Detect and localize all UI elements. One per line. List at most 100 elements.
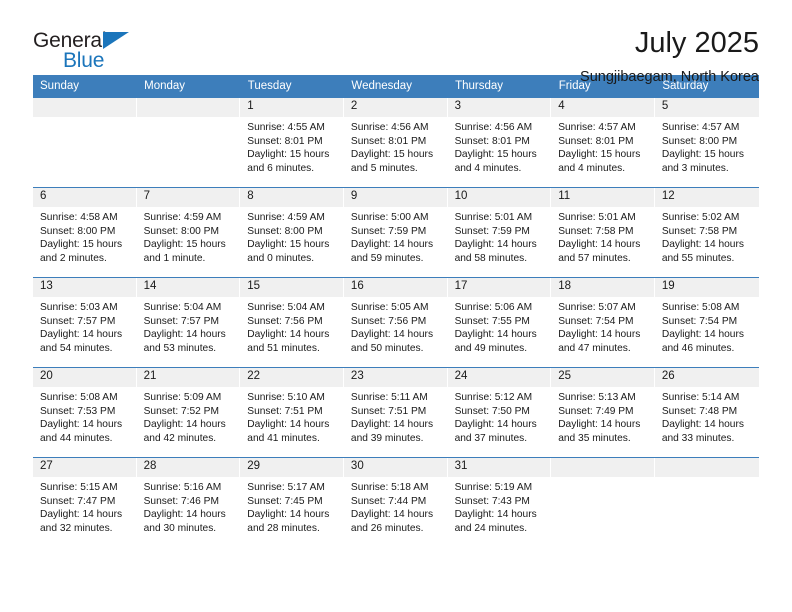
- daylight-duration: Daylight: 14 hours and 44 minutes.: [40, 419, 123, 444]
- calendar-day-cell[interactable]: 27 Sunrise: 5:15 AM Sunset: 7:47 PM Dayligh…: [33, 457, 137, 548]
- daylight-duration: Daylight: 14 hours and 39 minutes.: [350, 419, 434, 444]
- calendar-day-cell[interactable]: 7 Sunrise: 4:59 AM Sunset: 8:00 PM Daylight…: [136, 187, 241, 278]
- calendar-day-cell[interactable]: 12 Sunrise: 5:02 AM Sunset: 7:58 PM Dayligh…: [654, 187, 759, 278]
- sunrise-time: Sunrise: 4:57 AM: [558, 122, 636, 133]
- sunset-time: Sunset: 8:01 PM: [454, 135, 530, 147]
- page-title: July 2025: [634, 27, 759, 59]
- day-details: Sunrise: 5:15 AM Sunset: 7:47 PM Daylight:…: [33, 477, 137, 535]
- day-details: Sunrise: 5:07 AM Sunset: 7:54 PM Daylight:…: [551, 297, 655, 355]
- daylight-duration: Daylight: 15 hours and 3 minutes.: [661, 149, 744, 174]
- calendar-day-cell[interactable]: 19 Sunrise: 5:08 AM Sunset: 7:54 PM Dayligh…: [654, 277, 759, 368]
- day-details: Sunrise: 5:13 AM Sunset: 7:49 PM Daylight:…: [551, 387, 655, 445]
- calendar-day-cell[interactable]: 10 Sunrise: 5:01 AM Sunset: 7:59 PM Dayligh…: [447, 187, 552, 278]
- day-number: [654, 458, 759, 477]
- calendar-day-cell[interactable]: 18 Sunrise: 5:07 AM Sunset: 7:54 PM Dayligh…: [551, 277, 655, 368]
- daylight-duration: Daylight: 14 hours and 30 minutes.: [143, 509, 226, 534]
- calendar-day-cell[interactable]: 25 Sunrise: 5:13 AM Sunset: 7:49 PM Dayligh…: [551, 367, 655, 458]
- day-number: 25: [551, 368, 655, 387]
- calendar-day-cell[interactable]: 23 Sunrise: 5:11 AM Sunset: 7:51 PM Dayligh…: [343, 367, 448, 458]
- sunset-time: Sunset: 7:59 PM: [454, 225, 530, 237]
- sunrise-time: Sunrise: 4:59 AM: [247, 212, 325, 223]
- calendar-day-cell[interactable]: 3 Sunrise: 4:56 AM Sunset: 8:01 PM Daylight…: [447, 97, 552, 188]
- day-details: Sunrise: 5:02 AM Sunset: 7:58 PM Daylight:…: [655, 207, 759, 265]
- generalblue-logo[interactable]: General Blue: [33, 28, 153, 74]
- calendar-day-cell[interactable]: 17 Sunrise: 5:06 AM Sunset: 7:55 PM Dayligh…: [447, 277, 552, 368]
- sunrise-time: Sunrise: 4:57 AM: [661, 122, 740, 133]
- calendar-day-cell[interactable]: 20 Sunrise: 5:08 AM Sunset: 7:53 PM Dayligh…: [33, 367, 137, 458]
- daylight-duration: Daylight: 14 hours and 55 minutes.: [661, 239, 744, 264]
- calendar-grid: Sunday Monday Tuesday Wednesday Thursday…: [33, 75, 759, 548]
- calendar-day-cell[interactable]: 28 Sunrise: 5:16 AM Sunset: 7:46 PM Dayligh…: [136, 457, 241, 548]
- day-details: Sunrise: 4:59 AM Sunset: 8:00 PM Daylight:…: [240, 207, 344, 265]
- sunset-time: Sunset: 8:01 PM: [350, 135, 427, 147]
- daylight-duration: Daylight: 14 hours and 42 minutes.: [143, 419, 226, 444]
- sunrise-time: Sunrise: 4:56 AM: [454, 122, 533, 133]
- day-number: 17: [447, 278, 552, 297]
- calendar-day-cell[interactable]: 30 Sunrise: 5:18 AM Sunset: 7:44 PM Dayligh…: [343, 457, 448, 548]
- sunset-time: Sunset: 8:00 PM: [143, 225, 219, 237]
- logo-text-general: General: [33, 29, 107, 52]
- daylight-duration: Daylight: 14 hours and 26 minutes.: [350, 509, 434, 534]
- day-details: Sunrise: 5:01 AM Sunset: 7:58 PM Daylight:…: [551, 207, 655, 265]
- day-number: 19: [654, 278, 759, 297]
- sunset-time: Sunset: 7:49 PM: [558, 405, 634, 417]
- calendar-day-cell[interactable]: 6 Sunrise: 4:58 AM Sunset: 8:00 PM Daylight…: [33, 187, 137, 278]
- calendar-day-cell[interactable]: 2 Sunrise: 4:56 AM Sunset: 8:01 PM Daylight…: [343, 97, 448, 188]
- calendar-day-cell[interactable]: 22 Sunrise: 5:10 AM Sunset: 7:51 PM Dayligh…: [240, 367, 344, 458]
- sunset-time: Sunset: 7:57 PM: [40, 315, 116, 327]
- daylight-duration: Daylight: 14 hours and 58 minutes.: [454, 239, 537, 264]
- day-number: 21: [136, 368, 241, 387]
- calendar-day-cell[interactable]: 29 Sunrise: 5:17 AM Sunset: 7:45 PM Dayligh…: [240, 457, 344, 548]
- calendar-day-cell[interactable]: 11 Sunrise: 5:01 AM Sunset: 7:58 PM Dayligh…: [551, 187, 655, 278]
- sunset-time: Sunset: 7:58 PM: [661, 225, 738, 237]
- calendar-day-cell[interactable]: 21 Sunrise: 5:09 AM Sunset: 7:52 PM Dayligh…: [136, 367, 241, 458]
- sunrise-time: Sunrise: 5:14 AM: [661, 392, 740, 403]
- daylight-duration: Daylight: 14 hours and 28 minutes.: [247, 509, 330, 534]
- sunset-time: Sunset: 7:58 PM: [558, 225, 634, 237]
- calendar-day-cell[interactable]: 26 Sunrise: 5:14 AM Sunset: 7:48 PM Dayligh…: [654, 367, 759, 458]
- day-details: Sunrise: 5:09 AM Sunset: 7:52 PM Daylight:…: [137, 387, 241, 445]
- day-number: 1: [240, 98, 344, 117]
- calendar-day-cell[interactable]: 4 Sunrise: 4:57 AM Sunset: 8:01 PM Daylight…: [551, 97, 655, 188]
- calendar-day-cell[interactable]: 8 Sunrise: 4:59 AM Sunset: 8:00 PM Daylight…: [240, 187, 344, 278]
- sunset-time: Sunset: 7:51 PM: [350, 405, 427, 417]
- calendar-week-row: 20 Sunrise: 5:08 AM Sunset: 7:53 PM Dayligh…: [33, 367, 759, 458]
- day-number: 12: [654, 188, 759, 207]
- sunset-time: Sunset: 7:45 PM: [247, 495, 323, 507]
- calendar-day-cell[interactable]: 16 Sunrise: 5:05 AM Sunset: 7:56 PM Dayligh…: [343, 277, 448, 368]
- calendar-day-cell[interactable]: 13 Sunrise: 5:03 AM Sunset: 7:57 PM Dayligh…: [33, 277, 137, 368]
- calendar-day-cell[interactable]: 31 Sunrise: 5:19 AM Sunset: 7:43 PM Dayligh…: [447, 457, 552, 548]
- weekday-header-wednesday: Wednesday: [343, 75, 449, 98]
- day-number: [136, 98, 241, 117]
- sunset-time: Sunset: 7:48 PM: [661, 405, 738, 417]
- sunrise-time: Sunrise: 5:00 AM: [350, 212, 429, 223]
- day-details: Sunrise: 5:04 AM Sunset: 7:57 PM Daylight:…: [137, 297, 241, 355]
- daylight-duration: Daylight: 15 hours and 5 minutes.: [350, 149, 434, 174]
- calendar-day-cell[interactable]: 5 Sunrise: 4:57 AM Sunset: 8:00 PM Daylight…: [654, 97, 759, 188]
- sunrise-time: Sunrise: 5:03 AM: [40, 302, 118, 313]
- calendar-day-cell[interactable]: 14 Sunrise: 5:04 AM Sunset: 7:57 PM Dayligh…: [136, 277, 241, 368]
- day-number: 30: [343, 458, 448, 477]
- day-details: Sunrise: 5:19 AM Sunset: 7:43 PM Daylight:…: [448, 477, 552, 535]
- day-details: Sunrise: 5:11 AM Sunset: 7:51 PM Daylight:…: [344, 387, 448, 445]
- day-details: Sunrise: 4:59 AM Sunset: 8:00 PM Daylight:…: [137, 207, 241, 265]
- day-number: 23: [343, 368, 448, 387]
- day-number: 22: [240, 368, 344, 387]
- day-number: 3: [447, 98, 552, 117]
- sunrise-time: Sunrise: 5:13 AM: [558, 392, 636, 403]
- day-details: Sunrise: 5:16 AM Sunset: 7:46 PM Daylight:…: [137, 477, 241, 535]
- calendar-week-row: 1 Sunrise: 4:55 AM Sunset: 8:01 PM Daylight…: [33, 97, 759, 188]
- weekday-header-sunday: Sunday: [33, 75, 138, 98]
- calendar-day-cell[interactable]: 24 Sunrise: 5:12 AM Sunset: 7:50 PM Dayligh…: [447, 367, 552, 458]
- calendar-page: General Blue July 2025 Sungjibaegam, Nor…: [0, 0, 792, 612]
- daylight-duration: Daylight: 14 hours and 53 minutes.: [143, 329, 226, 354]
- sunrise-time: Sunrise: 5:12 AM: [454, 392, 533, 403]
- calendar-day-cell[interactable]: 15 Sunrise: 5:04 AM Sunset: 7:56 PM Dayligh…: [240, 277, 344, 368]
- calendar-day-cell[interactable]: 9 Sunrise: 5:00 AM Sunset: 7:59 PM Daylight…: [343, 187, 448, 278]
- sunrise-time: Sunrise: 5:01 AM: [454, 212, 533, 223]
- day-number: 4: [551, 98, 655, 117]
- calendar-day-cell[interactable]: 1 Sunrise: 4:55 AM Sunset: 8:01 PM Daylight…: [240, 97, 344, 188]
- calendar-day-cell-empty: [654, 457, 759, 548]
- daylight-duration: Daylight: 15 hours and 4 minutes.: [454, 149, 537, 174]
- day-details: Sunrise: 5:10 AM Sunset: 7:51 PM Daylight:…: [240, 387, 344, 445]
